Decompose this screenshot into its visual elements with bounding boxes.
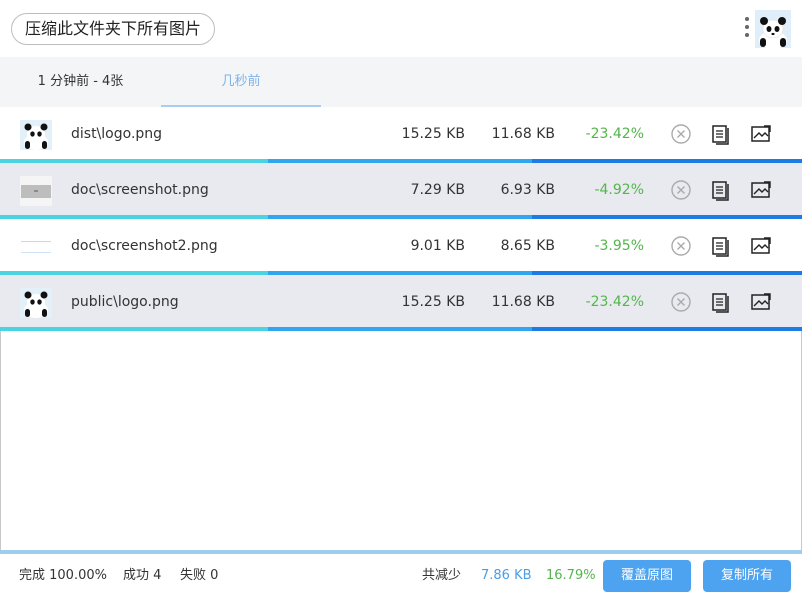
- reduction-percent: -23.42%: [585, 294, 644, 310]
- close-circle-icon[interactable]: [670, 235, 692, 257]
- reduce-rate: 16.79%: [546, 568, 596, 583]
- copy-all-button[interactable]: 复制所有: [703, 560, 791, 592]
- tab-history-1[interactable]: 1 分钟前 - 4张: [0, 57, 161, 107]
- success-count: 成功 4: [123, 568, 162, 583]
- fail-count: 失败 0: [180, 568, 219, 583]
- document-icon[interactable]: [710, 291, 732, 313]
- reduction-percent: -23.42%: [585, 126, 644, 142]
- image-compare-icon[interactable]: [750, 123, 772, 145]
- file-row: dist\logo.png 15.25 KB 11.68 KB -23.42%: [0, 107, 802, 163]
- compressed-size: 11.68 KB: [491, 294, 555, 310]
- file-row: doc\screenshot2.png 9.01 KB 8.65 KB -3.9…: [0, 219, 802, 275]
- file-name: doc\screenshot2.png: [71, 238, 218, 254]
- done-status: 完成 100.00%: [19, 568, 107, 583]
- row-progress-bar: [0, 327, 802, 331]
- file-name: dist\logo.png: [71, 126, 163, 142]
- file-list: dist\logo.png 15.25 KB 11.68 KB -23.42% …: [0, 107, 802, 331]
- original-size: 7.29 KB: [410, 182, 465, 198]
- compressed-size: 11.68 KB: [491, 126, 555, 142]
- compressed-size: 6.93 KB: [500, 182, 555, 198]
- document-icon[interactable]: [710, 123, 732, 145]
- header: 压缩此文件夹下所有图片: [0, 0, 802, 57]
- original-size: 9.01 KB: [410, 238, 465, 254]
- image-compare-icon[interactable]: [750, 291, 772, 313]
- document-icon[interactable]: [710, 179, 732, 201]
- file-name: public\logo.png: [71, 294, 179, 310]
- panda-thumb-icon: [20, 120, 52, 150]
- status-footer: 完成 100.00% 成功 4 失败 0 共减少 7.86 KB 16.79% …: [0, 554, 802, 602]
- close-circle-icon[interactable]: [670, 179, 692, 201]
- image-compare-icon[interactable]: [750, 235, 772, 257]
- close-circle-icon[interactable]: [670, 123, 692, 145]
- screenshot-thumb-icon: [20, 176, 52, 206]
- file-row: public\logo.png 15.25 KB 11.68 KB -23.42…: [0, 275, 802, 331]
- panda-avatar-icon[interactable]: [755, 10, 791, 48]
- folder-title[interactable]: 压缩此文件夹下所有图片: [11, 13, 216, 45]
- history-tabs: 1 分钟前 - 4张 几秒前: [0, 57, 802, 107]
- compressed-size: 8.65 KB: [500, 238, 555, 254]
- screenshot-thumb-icon: [20, 232, 52, 262]
- original-size: 15.25 KB: [401, 126, 465, 142]
- document-icon[interactable]: [710, 235, 732, 257]
- original-size: 15.25 KB: [401, 294, 465, 310]
- file-name: doc\screenshot.png: [71, 182, 209, 198]
- more-vertical-icon[interactable]: [742, 17, 752, 43]
- close-circle-icon[interactable]: [670, 291, 692, 313]
- image-compare-icon[interactable]: [750, 179, 772, 201]
- panda-thumb-icon: [20, 288, 52, 318]
- tab-history-2[interactable]: 几秒前: [161, 57, 321, 107]
- file-row: doc\screenshot.png 7.29 KB 6.93 KB -4.92…: [0, 163, 802, 219]
- overwrite-button[interactable]: 覆盖原图: [603, 560, 691, 592]
- reduction-percent: -3.95%: [594, 238, 644, 254]
- reduce-size: 7.86 KB: [481, 568, 532, 583]
- reduce-label: 共减少: [422, 568, 462, 583]
- reduction-percent: -4.92%: [594, 182, 644, 198]
